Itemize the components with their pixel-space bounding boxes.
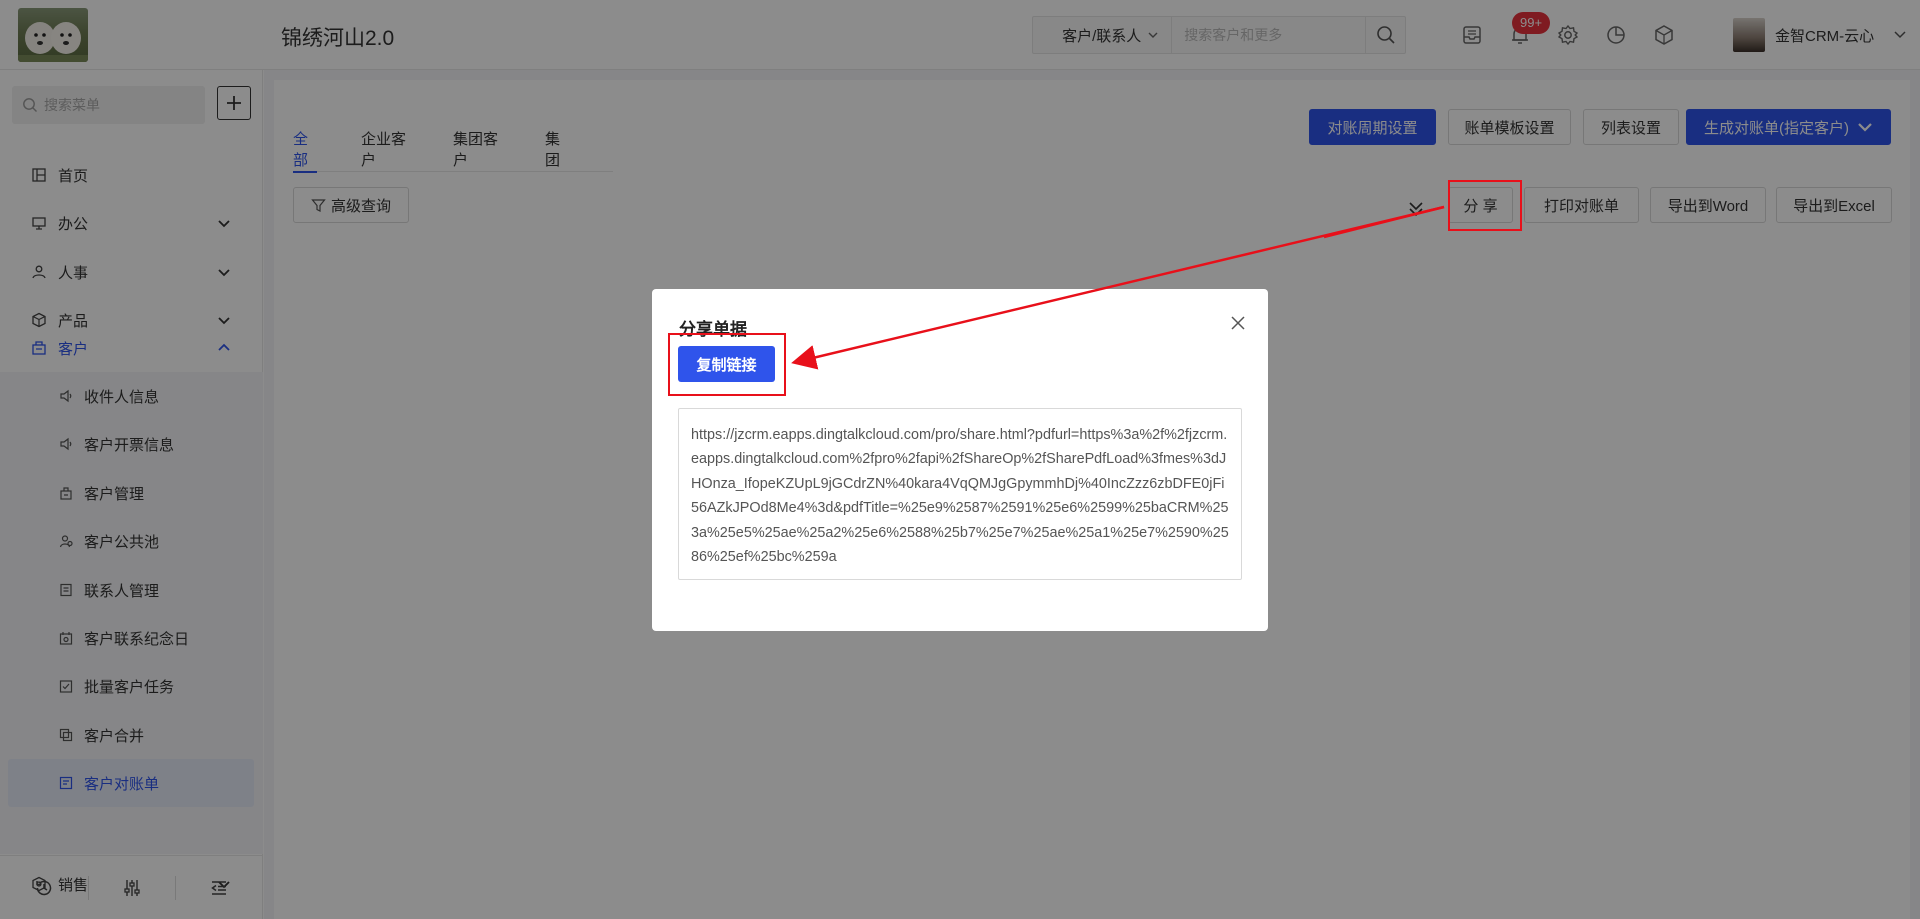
share-button-highlight — [1448, 180, 1522, 231]
close-button[interactable] — [1226, 311, 1250, 335]
close-icon — [1231, 316, 1245, 330]
copy-button-highlight — [668, 333, 786, 396]
share-link-text[interactable]: https://jzcrm.eapps.dingtalkcloud.com/pr… — [678, 408, 1242, 580]
